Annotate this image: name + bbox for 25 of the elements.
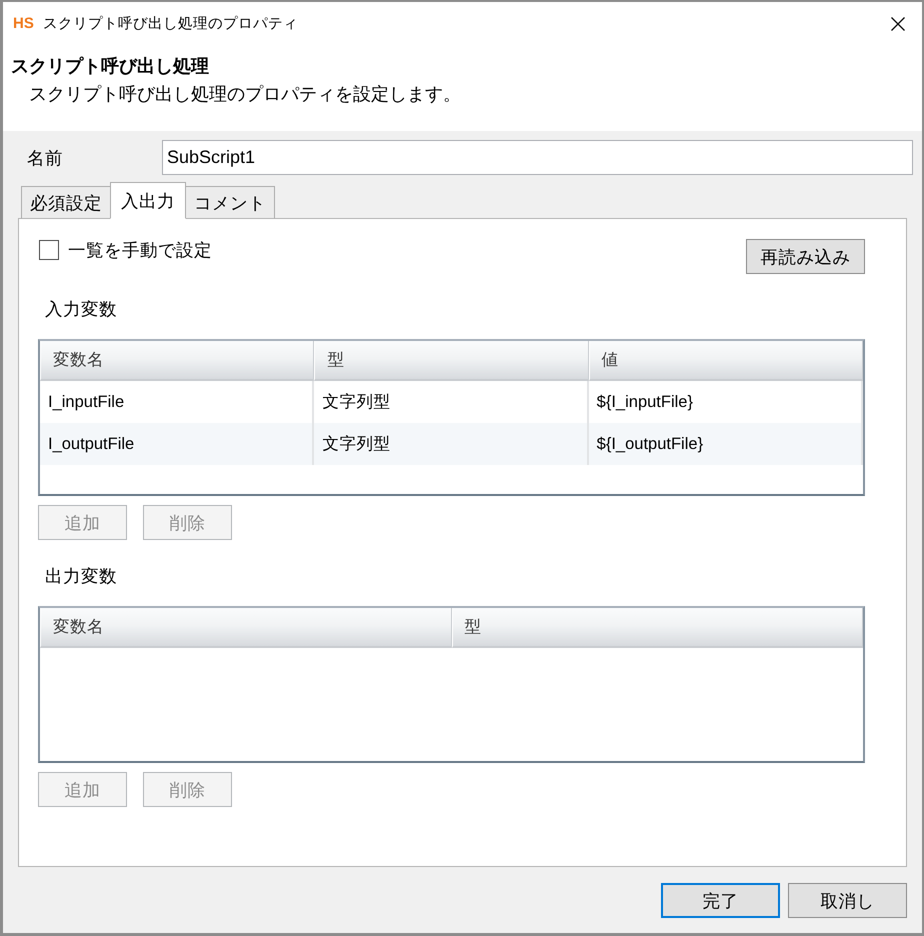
section-title: 入力変数 — [45, 298, 117, 321]
close-icon[interactable] — [891, 16, 905, 30]
app-logo: HS — [13, 15, 34, 32]
table-cell: 文字列型 — [314, 423, 589, 465]
window-title: スクリプト呼び出し処理のプロパティ — [42, 14, 298, 33]
column-header[interactable]: 変数名 — [40, 608, 452, 648]
column-header[interactable]: 値 — [588, 341, 863, 381]
tab[interactable]: 入出力 — [110, 182, 186, 219]
reload-button[interactable]: 再読み込み — [746, 239, 865, 274]
dialog-description: スクリプト呼び出し処理のプロパティを設定します。 — [29, 83, 461, 106]
dialog-heading: スクリプト呼び出し処理 — [11, 55, 209, 78]
field-label: 名前 — [27, 148, 63, 168]
column-header[interactable]: 型 — [452, 608, 863, 648]
done-button[interactable]: 完了 — [661, 883, 780, 918]
name-field[interactable]: SubScript1 — [162, 140, 913, 175]
cancel-button[interactable]: 取消し — [788, 883, 907, 918]
checkbox[interactable] — [39, 240, 59, 260]
checkbox-label: 一覧を手動で設定 — [68, 240, 212, 260]
tab[interactable]: コメント — [185, 186, 275, 219]
table-cell: I_outputFile — [40, 423, 314, 465]
tab[interactable]: 必須設定 — [21, 186, 111, 219]
section-title: 出力変数 — [45, 565, 117, 588]
column-header[interactable]: 変数名 — [40, 341, 314, 381]
column-header[interactable]: 型 — [314, 341, 589, 381]
table-cell: ${I_outputFile} — [588, 423, 863, 465]
